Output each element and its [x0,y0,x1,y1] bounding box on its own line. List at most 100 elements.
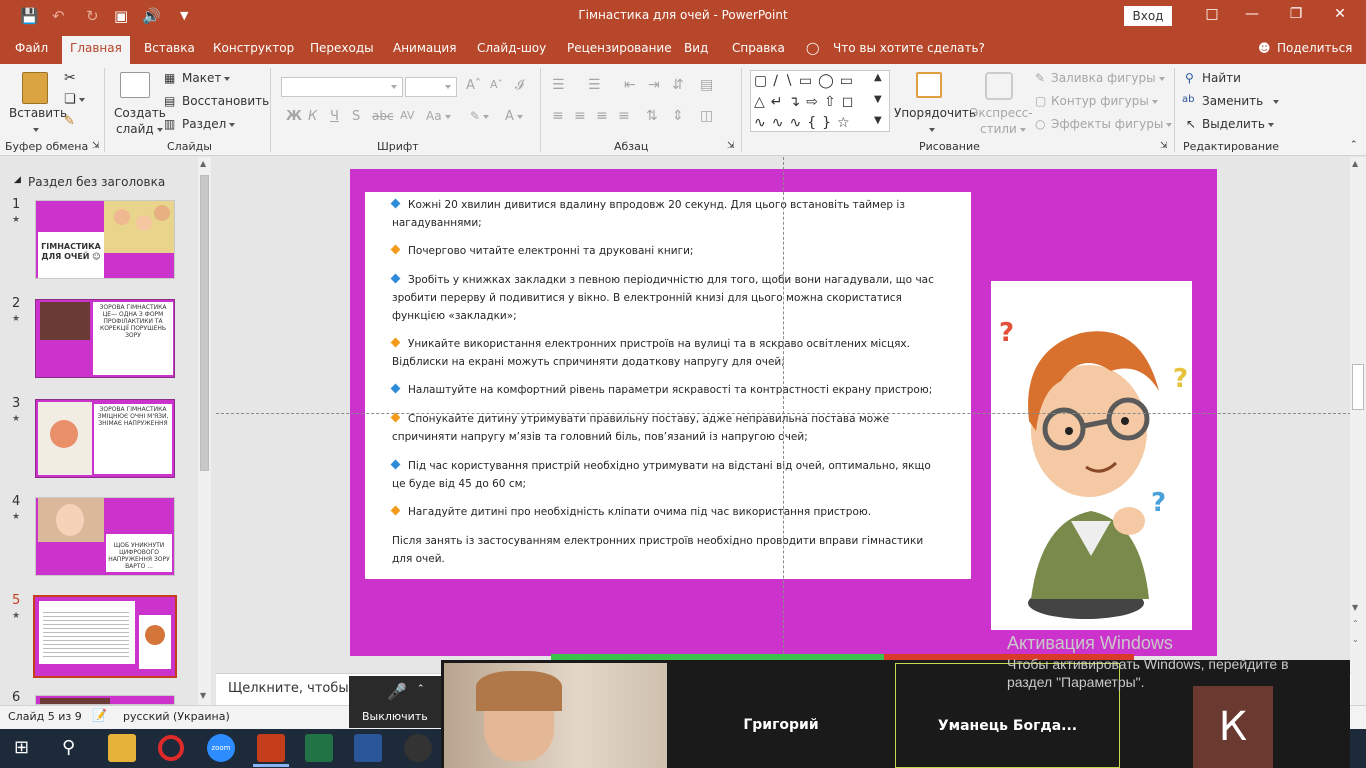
slide-thumbnail-5-selected[interactable] [33,595,177,678]
tab-insert[interactable]: Вставка [144,41,195,55]
excel-icon[interactable] [305,734,333,762]
highlight-icon[interactable]: ✎ [470,109,490,123]
shape-fill-button[interactable]: Заливка фигуры [1051,71,1165,85]
notes-placeholder[interactable]: Щелкните, чтобы [228,681,349,696]
tab-file[interactable]: Файл [15,41,48,55]
slide-thumbnail-4[interactable]: ЩОБ УНИКНУТИ ЦИФРОВОГО НАПРУЖЕННЯ ЗОРУ В… [35,497,175,576]
participant-video-self[interactable] [444,663,667,768]
clipboard-launcher-icon[interactable]: ⇲ [92,141,100,151]
language-indicator[interactable]: русский (Украина) [123,710,230,723]
search-icon[interactable]: ⚲ [62,737,75,758]
cut-icon[interactable]: ✂ [64,70,76,86]
copy-icon[interactable]: ❏ [64,92,85,107]
underline-icon[interactable]: Ч [330,109,339,124]
tab-home[interactable]: Главная [62,36,130,64]
tab-design[interactable]: Конструктор [213,41,294,55]
tab-help[interactable]: Справка [732,41,785,55]
speaker-icon[interactable]: 🔊 [142,7,161,25]
drawing-launcher-icon[interactable]: ⇲ [1160,141,1168,151]
shadow-icon[interactable]: S [352,109,360,124]
tab-view[interactable]: Вид [684,41,708,55]
bullets-icon[interactable]: ☰ [552,77,565,93]
tab-transitions[interactable]: Переходы [310,41,374,55]
reset-button[interactable]: Восстановить [182,94,269,108]
numbering-icon[interactable]: ☰ [588,77,601,93]
quick-styles-label-2[interactable]: стили [980,122,1017,136]
media-player-icon[interactable] [404,734,432,762]
save-icon[interactable]: 💾 [20,7,39,25]
redo-icon[interactable]: ↻ [86,7,99,25]
boy-with-glasses-picture[interactable]: ? ? ? [991,281,1192,630]
select-button[interactable]: Выделить [1202,117,1274,131]
grow-font-icon[interactable]: Aˆ [466,78,481,93]
tab-review[interactable]: Рецензирование [567,41,672,55]
slide-thumbnail-1[interactable]: ГІМНАСТИКА ДЛЯ ОЧЕЙ ☺ [35,200,175,279]
new-slide-icon[interactable] [120,72,150,98]
align-center-icon[interactable]: ≡ [574,108,586,124]
format-painter-icon[interactable]: ✎ [64,114,75,129]
smartart-icon[interactable]: ◫ [700,108,713,124]
new-slide-label-2[interactable]: слайд [116,122,154,136]
chevron-up-icon[interactable]: ⌃ [417,684,425,694]
slide-thumbnail-2[interactable]: ЗОРОВА ГІМНАСТИКА ЦЕ— ОДНА З ФОРМ ПРОФІЛ… [35,299,175,378]
opera-icon[interactable] [158,735,184,761]
char-spacing-icon[interactable]: AV [400,109,414,122]
align-left-icon[interactable]: ≡ [552,108,564,124]
arrange-icon[interactable] [916,72,942,98]
start-from-beginning-icon[interactable]: ▣ [114,7,128,25]
slide-thumbnail-3[interactable]: ЗОРОВА ГІМНАСТИКА ЗМІЦНЮЄ ОЧНІ М'ЯЗИ, ЗН… [35,399,175,478]
file-explorer-icon[interactable] [108,734,136,762]
tab-animation[interactable]: Анимация [393,41,456,55]
maximize-icon[interactable]: ❐ [1276,6,1316,22]
columns-icon[interactable]: ▤ [700,77,713,93]
line-spacing-icon[interactable]: ⇵ [672,77,684,93]
shapes-more-icon[interactable]: ▼ [874,115,882,126]
font-color-icon[interactable]: A [505,109,523,124]
windows-start-icon[interactable]: ⊞ [14,737,29,758]
ribbon-options-icon[interactable]: □ [1192,6,1232,22]
section-button[interactable]: Раздел [182,117,236,131]
justify-icon[interactable]: ≡ [618,108,630,124]
new-slide-label-1[interactable]: Создать [114,106,166,120]
collapse-ribbon-icon[interactable]: ⌃ [1350,140,1358,150]
paragraph-launcher-icon[interactable]: ⇲ [727,141,735,151]
close-icon[interactable]: ✕ [1320,6,1360,22]
align-right-icon[interactable]: ≡ [596,108,608,124]
vertical-guide[interactable] [783,157,784,673]
shape-effects-button[interactable]: Эффекты фигуры [1051,117,1173,131]
customize-qat-icon[interactable]: ▼ [180,9,188,22]
shrink-font-icon[interactable]: Aˇ [490,78,503,91]
mute-button[interactable]: 🎤 ⌃ Выключить [349,676,441,728]
quick-styles-label-1[interactable]: Экспресс- [970,106,1033,120]
section-collapse-icon[interactable]: ◢ [14,175,21,185]
tell-me-search[interactable]: Что вы хотите сделать? [833,41,985,55]
find-button[interactable]: Найти [1202,71,1241,85]
font-size-combo[interactable] [405,77,457,97]
paste-icon[interactable] [22,72,48,104]
tab-slideshow[interactable]: Слайд-шоу [477,41,546,55]
arrange-button[interactable]: Упорядочить [894,106,976,120]
italic-icon[interactable]: К [308,109,317,124]
slide-thumbnail-6[interactable] [35,695,175,705]
powerpoint-icon[interactable] [257,734,285,762]
clear-format-icon[interactable]: 𝓘 [515,78,524,93]
spellcheck-icon[interactable]: 📝 [92,708,107,722]
zoom-app-icon[interactable]: zoom [207,734,235,762]
word-icon[interactable] [354,734,382,762]
shapes-scroll-up-icon[interactable]: ▲ [874,72,882,83]
thumbnail-scrollbar[interactable]: ▲ ▼ [198,157,211,705]
undo-icon[interactable]: ↶ [52,7,65,25]
participant-tile-1[interactable]: Григорий [668,663,894,768]
change-case-icon[interactable]: Aa [426,109,451,123]
slide-scrollbar[interactable]: ▲ ▼ ⌃ ⌄ [1350,157,1366,705]
signin-button[interactable]: Вход [1124,6,1172,26]
text-direction-icon[interactable]: ⇅ [646,108,658,124]
shape-outline-button[interactable]: Контур фигуры [1051,94,1158,108]
layout-button[interactable]: Макет [182,71,231,85]
minimize-icon[interactable]: — [1232,6,1272,22]
align-text-icon[interactable]: ⇕ [672,108,684,124]
strike-icon[interactable]: abc [372,109,394,123]
paste-button[interactable]: Вставить [9,106,67,120]
font-name-combo[interactable] [281,77,403,97]
increase-indent-icon[interactable]: ⇥ [648,77,660,93]
